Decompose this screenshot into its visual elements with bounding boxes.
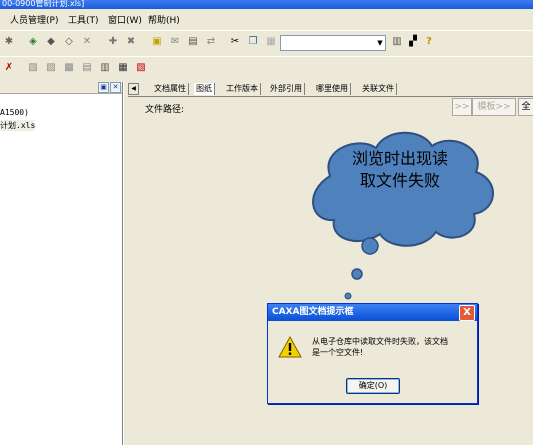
copy-icon[interactable]: ❐ — [246, 35, 260, 49]
close-icon[interactable]: X — [459, 305, 475, 321]
template-button[interactable]: 模板>> — [472, 98, 516, 116]
doc-history-icon[interactable]: ▦ — [116, 61, 130, 75]
tree-pane-header: ▣ ✕ — [0, 82, 122, 94]
doc-view-icon[interactable]: ▧ — [26, 61, 40, 75]
dialog-message-line-2: 是一个空文件! — [312, 348, 364, 357]
menu-bar: 人员管理(P) 工具(T) 窗口(W) 帮助(H) — [0, 10, 533, 29]
doc-compare-icon[interactable]: ▩ — [62, 61, 76, 75]
copy-folder-icon[interactable]: ▤ — [186, 35, 200, 49]
close-icon[interactable]: ✕ — [110, 82, 121, 93]
menu-help[interactable]: 帮助(H) — [148, 13, 180, 26]
secondary-toolbar: ✗ ▧ ▨ ▩ ▤ ▥ ▦ ▧ — [0, 56, 533, 83]
dialog-titlebar[interactable]: CAXA图文档提示框 X — [268, 304, 477, 321]
tab-related-files[interactable]: 关联文件 — [360, 83, 397, 95]
checkin-icon[interactable]: ◇ — [62, 35, 76, 49]
dialog-message-line-1: 从电子仓库中读取文件时失败，该文档 — [312, 337, 448, 346]
prev-button[interactable]: >> — [452, 98, 472, 116]
ok-button[interactable]: 确定(O) — [346, 378, 400, 394]
all-button[interactable]: 全 — [518, 98, 533, 116]
tab-external-refs[interactable]: 外部引用 — [268, 83, 305, 95]
dialog-title: CAXA图文档提示框 — [272, 307, 354, 317]
annotation-cloud: 浏览时出现读 取文件失败 — [312, 131, 494, 300]
cut-icon[interactable]: ✂ — [228, 35, 242, 49]
cloud-bubble-medium — [351, 268, 363, 280]
tab-bar: ◀ 文档属性 图纸 工作版本 外部引用 哪里使用 关联文件 — [128, 82, 533, 97]
dialog-message: 从电子仓库中读取文件时失败，该文档 是一个空文件! — [312, 336, 472, 358]
doc-properties-icon[interactable]: ▥ — [98, 61, 112, 75]
cloud-bubble-large — [361, 237, 379, 255]
search-combo[interactable]: ▼ — [280, 35, 386, 51]
lock-icon[interactable]: ✖ — [124, 35, 138, 49]
release-icon[interactable]: ✚ — [106, 35, 120, 49]
open-folder-icon[interactable]: ▣ — [150, 35, 164, 49]
cloud-bubble-small — [344, 292, 352, 300]
tab-drawing[interactable]: 图纸 — [194, 83, 215, 95]
file-path-label: 文件路径: — [145, 105, 185, 115]
move-icon[interactable]: ⇄ — [204, 35, 218, 49]
warning-icon — [278, 336, 302, 358]
tab-doc-properties[interactable]: 文档属性 — [152, 83, 189, 95]
tab-scroll-left-icon[interactable]: ◀ — [128, 83, 139, 95]
paste-icon[interactable]: ▦ — [264, 35, 278, 49]
tab-work-version[interactable]: 工作版本 — [224, 83, 261, 95]
tree-node[interactable]: A1500) — [0, 108, 29, 117]
help-icon[interactable]: ? — [422, 35, 436, 49]
annotation-line-1: 浏览时出现读 — [352, 149, 448, 168]
menu-tools[interactable]: 工具(T) — [68, 13, 99, 26]
doc-remove-icon[interactable]: ▧ — [134, 61, 148, 75]
undo-checkout-icon[interactable]: ✕ — [80, 35, 94, 49]
main-toolbar: ✱ ◈ ◆ ◇ ✕ ✚ ✖ ▣ ✉ ▤ ⇄ ✂ ❐ ▦ ▼ ▥ ▞ ? — [0, 30, 533, 57]
tab-where-used[interactable]: 哪里使用 — [314, 83, 351, 95]
add-doc-icon[interactable]: ◈ — [26, 35, 40, 49]
find-icon[interactable]: ▞ — [406, 35, 420, 49]
email-icon[interactable]: ✉ — [168, 35, 182, 49]
chevron-down-icon[interactable]: ▼ — [375, 36, 385, 50]
doc-edit-icon[interactable]: ▨ — [44, 61, 58, 75]
tree-pane: ▣ ✕ A1500) 计划.xls — [0, 82, 123, 445]
checkout-icon[interactable]: ◆ — [44, 35, 58, 49]
window-title: 00-0900管制计划.xls] — [0, 0, 533, 9]
pin-icon[interactable]: ▣ — [98, 82, 109, 93]
delete-icon[interactable]: ✗ — [2, 61, 16, 75]
tree-node-selected[interactable]: 计划.xls — [0, 120, 36, 131]
print-icon[interactable]: ▥ — [390, 35, 404, 49]
menu-personnel[interactable]: 人员管理(P) — [10, 13, 58, 26]
caxa-message-dialog: CAXA图文档提示框 X 从电子仓库中读取文件时失败，该文档 是一个空文件! 确… — [267, 303, 478, 404]
gear-icon[interactable]: ✱ — [2, 35, 16, 49]
doc-export-icon[interactable]: ▤ — [80, 61, 94, 75]
annotation-line-2: 取文件失败 — [360, 171, 440, 190]
menu-window[interactable]: 窗口(W) — [108, 13, 142, 26]
